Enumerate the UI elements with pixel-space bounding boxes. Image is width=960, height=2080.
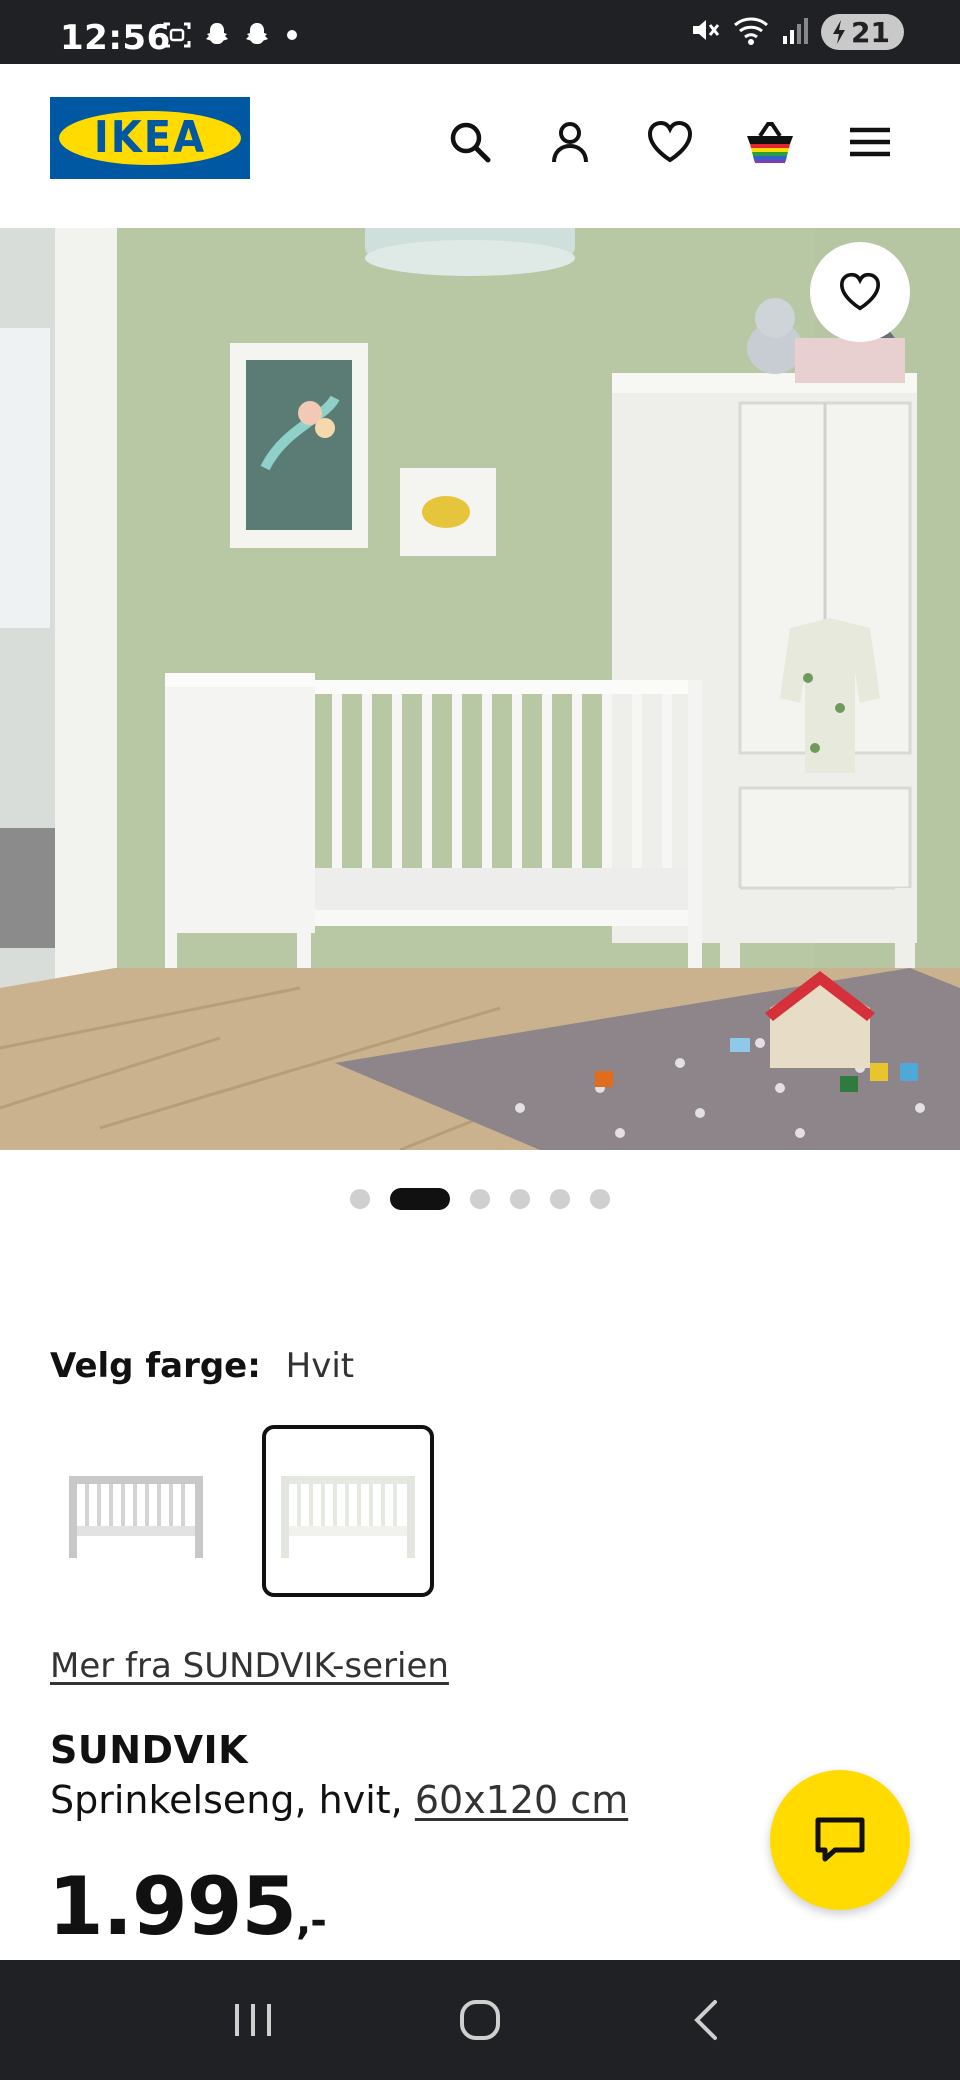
series-link[interactable]: Mer fra SUNDVIK-serien [50, 1646, 449, 1686]
carousel-dot[interactable] [350, 1189, 370, 1209]
battery-level: 21 [851, 15, 890, 49]
chat-icon [815, 1817, 865, 1862]
color-swatches [50, 1425, 434, 1597]
status-icons-right: 21 [689, 14, 904, 50]
heart-icon [839, 272, 881, 311]
screenshot-icon [162, 20, 192, 54]
home-button[interactable] [440, 1980, 520, 2060]
header: IKEA [0, 64, 960, 228]
logo-oval: IKEA [59, 111, 241, 165]
product-description: Sprinkelseng, hvit, [50, 1778, 403, 1822]
crib-thumbnail-icon [69, 1476, 203, 1558]
search-icon[interactable] [440, 112, 500, 172]
price-value: 1.995 [48, 1860, 297, 1953]
carousel-dots [0, 1188, 960, 1210]
header-icons [440, 112, 900, 172]
carousel-dot[interactable] [590, 1189, 610, 1209]
basket-icon[interactable] [740, 112, 800, 172]
status-icons-left [162, 20, 302, 54]
snapchat-icon [202, 20, 232, 54]
crib-thumbnail-icon [281, 1476, 415, 1558]
ikea-logo[interactable]: IKEA [50, 97, 250, 179]
color-value: Hvit [285, 1346, 355, 1386]
snapchat-icon [242, 20, 272, 54]
recent-apps-button[interactable] [213, 1980, 293, 2060]
product-image[interactable] [0, 228, 960, 1150]
color-selector-label-row: Velg farge: Hvit [50, 1346, 354, 1386]
battery-icon: 21 [821, 14, 904, 50]
menu-icon[interactable] [840, 112, 900, 172]
color-label: Velg farge: [50, 1346, 261, 1386]
carousel-dot[interactable] [510, 1189, 530, 1209]
wifi-icon [733, 14, 769, 50]
carousel-dot[interactable] [470, 1189, 490, 1209]
home-icon [459, 2000, 500, 2040]
account-icon[interactable] [540, 112, 600, 172]
back-button[interactable] [667, 1980, 747, 2060]
product-description-row: Sprinkelseng, hvit, 60x120 cm [50, 1778, 628, 1822]
dot-icon [282, 20, 302, 54]
color-swatch-grey[interactable] [50, 1425, 222, 1597]
heart-icon[interactable] [640, 112, 700, 172]
carousel-dot[interactable] [550, 1189, 570, 1209]
carousel-dot[interactable] [390, 1188, 450, 1210]
nursery-scene [0, 228, 960, 1150]
status-bar: 12:56 21 [0, 0, 960, 64]
chat-button[interactable] [770, 1770, 910, 1910]
signal-icon [781, 14, 809, 50]
image-favorite-button[interactable] [810, 242, 910, 342]
product-size-link[interactable]: 60x120 cm [415, 1778, 628, 1822]
back-icon [693, 2000, 717, 2040]
product-price: 1.995,- [48, 1860, 327, 1953]
recent-apps-icon [235, 2004, 272, 2036]
system-nav-bar [0, 1960, 960, 2080]
logo-text: IKEA [93, 113, 207, 163]
product-name: SUNDVIK [50, 1728, 249, 1772]
color-swatch-white[interactable] [262, 1425, 434, 1597]
price-suffix: ,- [296, 1898, 327, 1944]
mute-icon [689, 14, 721, 50]
status-time: 12:56 [60, 18, 171, 58]
